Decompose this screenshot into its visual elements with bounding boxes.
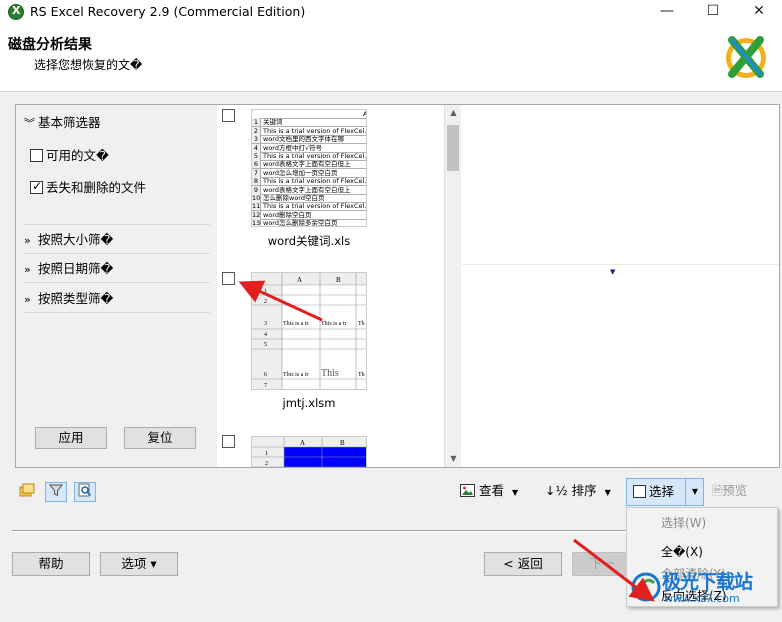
sort-icon: ↓½ xyxy=(545,483,568,498)
title-bar: RS Excel Recovery 2.9 (Commercial Editio… xyxy=(0,0,782,24)
watermark: 极光下载站 www.xz7.com xyxy=(630,565,780,621)
file-checkbox[interactable] xyxy=(222,272,235,285)
view-button[interactable]: 查看 ▼ xyxy=(460,480,518,504)
menu-item-select[interactable]: 选择(W) xyxy=(661,514,706,531)
help-button[interactable]: 帮助 xyxy=(12,552,90,576)
filter-group-size[interactable]: » 按照大小筛� xyxy=(24,229,113,248)
svg-text:3: 3 xyxy=(264,321,267,327)
triangle-down-icon: ▼ xyxy=(610,268,616,276)
svg-text:4: 4 xyxy=(264,332,267,338)
close-button[interactable]: ✕ xyxy=(736,0,782,24)
file-thumbnail[interactable]: A1关键词2This is a trial version of FlexCel… xyxy=(251,109,367,227)
file-thumbnail[interactable]: A B 1 2 3 4 5 6 7 This is a tr This is a… xyxy=(251,272,367,390)
filter-icon[interactable] xyxy=(45,482,67,502)
chevron-right-icon: » xyxy=(24,263,31,276)
svg-text:This is a tr: This is a tr xyxy=(283,372,309,378)
file-checkbox[interactable] xyxy=(222,435,235,448)
file-name: word关键词.xls xyxy=(267,234,351,248)
options-button[interactable]: 选项 ▾ xyxy=(100,552,178,576)
scrollbar-thumb[interactable] xyxy=(447,125,459,171)
preview-button[interactable]: 🗎预览 xyxy=(712,480,747,502)
spreadsheet-preview: A B 1 2 xyxy=(252,437,366,467)
folder-view-icon[interactable] xyxy=(16,482,38,502)
filter-group-basic[interactable]: ︾ 基本筛选器 xyxy=(24,112,101,131)
dropdown-arrow-icon: ▼ xyxy=(604,488,611,497)
divider xyxy=(462,264,779,265)
svg-text:7: 7 xyxy=(264,383,267,389)
apply-button[interactable]: 应用 xyxy=(35,427,107,449)
filter-group-date[interactable]: » 按照日期筛� xyxy=(24,258,113,277)
spreadsheet-preview: A B 1 2 3 4 5 6 7 This is a tr This is a… xyxy=(252,273,366,389)
svg-text:This: This xyxy=(321,368,339,379)
filter-available-files[interactable]: 可用的文� xyxy=(30,145,109,164)
dropdown-arrow-icon: ▼ xyxy=(512,488,519,497)
watermark-logo-icon xyxy=(631,572,661,602)
reset-button[interactable]: 复位 xyxy=(124,427,196,449)
file-checkbox[interactable] xyxy=(222,109,235,122)
svg-text:Th: Th xyxy=(358,321,365,327)
select-dropdown-arrow[interactable]: ▼ xyxy=(685,479,704,505)
divider xyxy=(24,312,210,313)
scroll-up-icon[interactable]: ▲ xyxy=(445,105,462,121)
minimize-button[interactable]: — xyxy=(644,0,690,24)
svg-text:1: 1 xyxy=(264,289,267,295)
filter-lost-deleted-files[interactable]: 丢失和删除的文件 xyxy=(30,177,146,196)
app-icon xyxy=(8,4,24,20)
svg-text:6: 6 xyxy=(264,372,267,378)
filter-group-type[interactable]: » 按照类型筛� xyxy=(24,288,113,307)
divider xyxy=(24,224,210,225)
file-thumbnail[interactable]: A B 1 2 xyxy=(251,436,367,467)
svg-text:Th: Th xyxy=(358,372,365,378)
svg-text:5: 5 xyxy=(264,342,267,348)
preview-icon: 🗎 xyxy=(712,483,723,498)
sort-button[interactable]: ↓½ 排序 ▼ xyxy=(545,480,611,504)
maximize-button[interactable]: ☐ xyxy=(690,0,736,24)
svg-text:2: 2 xyxy=(264,299,267,305)
checkbox-icon xyxy=(633,485,646,498)
select-button[interactable]: 选择 ▼ xyxy=(626,478,704,506)
chevron-down-icon: ︾ xyxy=(24,117,35,130)
preview-pane: ▼ xyxy=(462,105,779,467)
chevron-right-icon: » xyxy=(24,293,31,306)
image-icon xyxy=(460,484,475,497)
checkbox-icon xyxy=(30,149,43,162)
page-subtitle: 选择您想恢复的文� xyxy=(34,58,143,72)
checkbox-checked-icon xyxy=(30,179,43,194)
scroll-down-icon[interactable]: ▼ xyxy=(445,451,462,467)
window-title: RS Excel Recovery 2.9 (Commercial Editio… xyxy=(30,4,306,19)
svg-text:1: 1 xyxy=(265,451,268,457)
filter-panel: ︾基本筛选器 可用的文� 丢失和删除的文件 »按照大小筛� »按照日期筛� »按… xyxy=(16,105,217,467)
svg-text:This is a tr: This is a tr xyxy=(321,321,347,327)
file-name: jmtj.xlsm xyxy=(282,396,336,410)
file-thumbnail-list: A1关键词2This is a trial version of FlexCel… xyxy=(218,105,444,467)
search-icon[interactable] xyxy=(74,482,96,502)
chevron-right-icon: » xyxy=(24,234,31,247)
product-logo-icon xyxy=(726,36,766,78)
page-title: 磁盘分析结果 xyxy=(8,37,92,53)
divider xyxy=(24,282,210,283)
column-header: B xyxy=(336,276,341,284)
next-button[interactable]: 下一 xyxy=(572,552,632,576)
menu-item-select-all[interactable]: 全�(X) xyxy=(661,543,703,560)
divider xyxy=(24,253,210,254)
back-button[interactable]: < 返回 xyxy=(484,552,562,576)
sheet-row: 13 word怎么删除多余空白页 xyxy=(252,219,366,226)
svg-text:A: A xyxy=(300,439,305,447)
column-header: A xyxy=(297,276,302,284)
svg-text:2: 2 xyxy=(265,461,268,467)
svg-text:B: B xyxy=(340,439,345,447)
page-header: 磁盘分析结果 选择您想恢复的文� xyxy=(0,24,782,92)
svg-text:This is a tr: This is a tr xyxy=(283,321,309,327)
vertical-scrollbar[interactable]: ▲ ▼ xyxy=(444,105,461,467)
